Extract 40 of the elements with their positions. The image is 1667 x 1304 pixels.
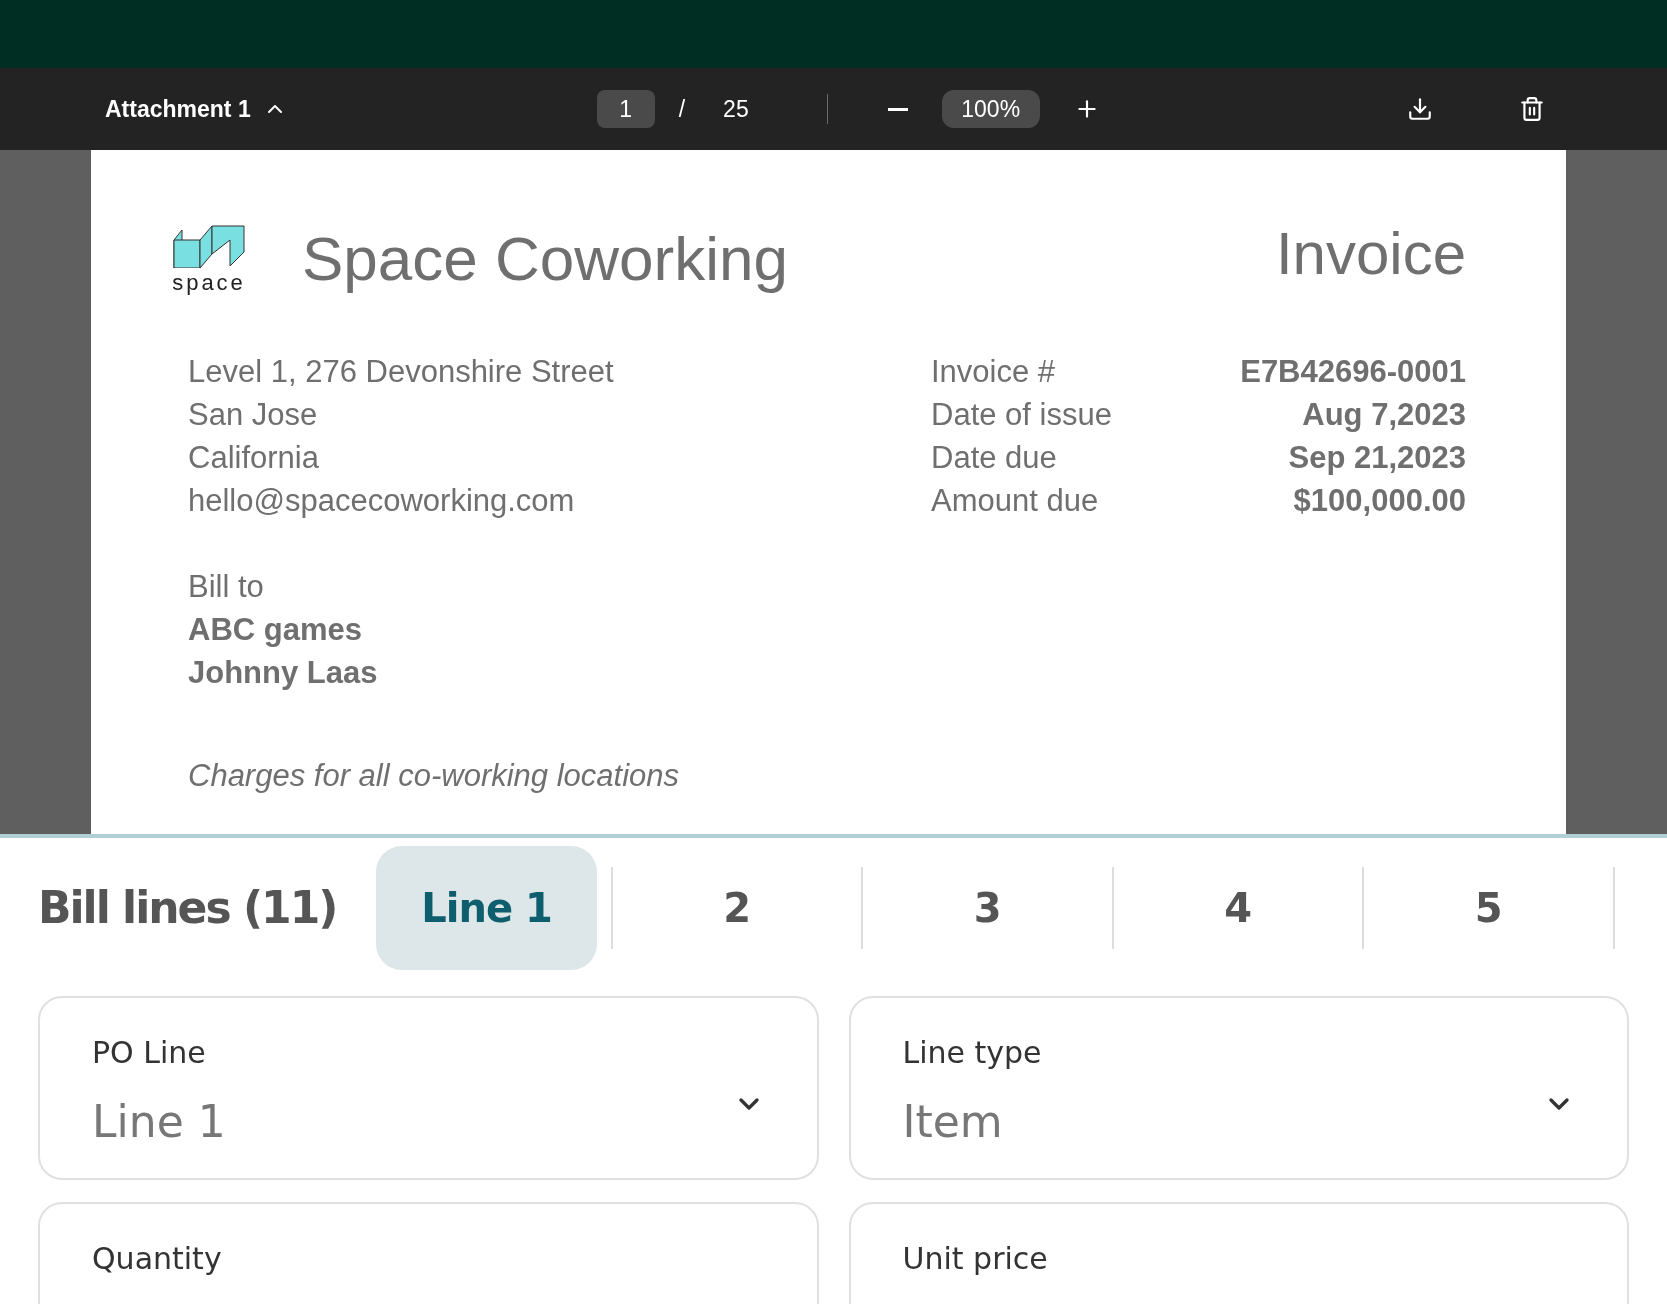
line-tab[interactable]: 3 bbox=[877, 846, 1098, 970]
dropdown-field[interactable]: Line type Item bbox=[848, 996, 1629, 1180]
logo-icon bbox=[170, 222, 248, 268]
line-tab[interactable]: Line 1 bbox=[376, 846, 597, 970]
page-separator: / bbox=[678, 94, 686, 124]
minus-icon bbox=[887, 107, 908, 111]
bill-to-line: Johnny Laas bbox=[188, 654, 379, 692]
bill-to-line: ABC games bbox=[188, 611, 363, 649]
detail-value: $100,000.00 bbox=[1293, 482, 1466, 520]
page-count: 25 bbox=[723, 94, 749, 124]
line-tab[interactable]: 4 bbox=[1127, 846, 1349, 970]
detail-value: Sep 21,2023 bbox=[1288, 439, 1466, 477]
page-number-field[interactable]: 1 bbox=[596, 90, 655, 128]
detail-label: Date due bbox=[931, 439, 1057, 477]
address-line: Level 1, 276 Devonshire Street bbox=[188, 353, 614, 391]
address-line: San Jose bbox=[188, 396, 319, 434]
bill-to-label: Bill to bbox=[188, 568, 265, 606]
detail-label: Amount due bbox=[931, 482, 1099, 520]
invoice-title: Invoice bbox=[1275, 224, 1466, 284]
download-button[interactable] bbox=[1407, 96, 1433, 122]
zoom-out-button[interactable] bbox=[887, 107, 908, 111]
line-tab[interactable]: 5 bbox=[1378, 846, 1600, 970]
detail-value: Aug 7,2023 bbox=[1302, 396, 1466, 434]
detail-value: E7B42696-0001 bbox=[1240, 353, 1466, 391]
detail-label: Date of issue bbox=[931, 396, 1112, 434]
dropdown-field[interactable]: PO Line Line 1 bbox=[38, 996, 819, 1180]
attachment-button[interactable]: Attachment 1 bbox=[105, 91, 287, 127]
address-line: hello@spacecoworking.com bbox=[188, 482, 576, 520]
delete-button[interactable] bbox=[1519, 96, 1545, 122]
input-field[interactable]: Unit price bbox=[848, 1202, 1629, 1304]
address-line: California bbox=[188, 439, 320, 477]
trash-icon bbox=[1519, 96, 1545, 122]
download-icon bbox=[1407, 96, 1433, 122]
detail-label: Invoice # bbox=[931, 353, 1056, 391]
bill-lines-title: Bill lines (11) bbox=[38, 881, 338, 935]
input-field[interactable]: Quantity bbox=[38, 1202, 819, 1304]
zoom-level[interactable]: 100% bbox=[941, 90, 1040, 128]
invoice-note: Charges for all co-working locations bbox=[188, 757, 681, 795]
logo-text: space bbox=[172, 272, 246, 294]
line-tab[interactable]: 2 bbox=[626, 846, 848, 970]
